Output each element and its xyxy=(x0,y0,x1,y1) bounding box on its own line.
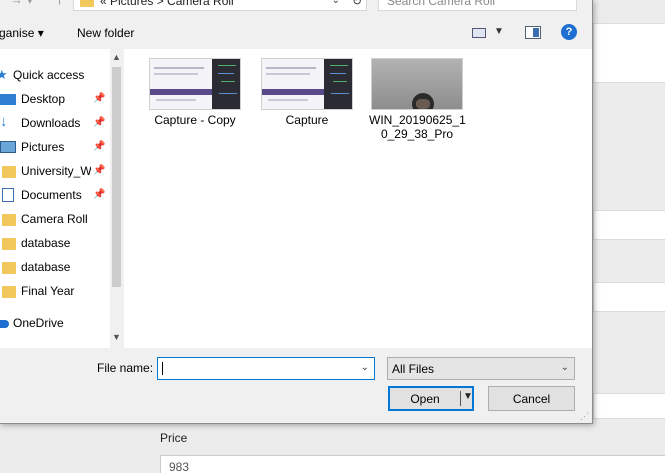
forward-icon[interactable]: → ▾ xyxy=(10,0,33,8)
new-folder-button[interactable]: New folder xyxy=(77,26,134,40)
scroll-down-icon[interactable]: ▼ xyxy=(112,332,121,342)
photo-thumbnail xyxy=(371,58,463,110)
address-row: → ▾ ↑ « Pictures > Camera Roll ⌄ ↻ Searc… xyxy=(0,0,592,14)
desktop-icon xyxy=(0,94,16,105)
nav-item-documents[interactable]: Documents 📌 xyxy=(0,185,110,207)
background-field xyxy=(593,23,665,83)
chevron-down-icon[interactable]: ▼ xyxy=(463,391,473,402)
scroll-thumb[interactable] xyxy=(112,67,121,287)
search-input[interactable]: Search Camera Roll xyxy=(378,0,577,11)
help-icon[interactable]: ? xyxy=(561,24,577,40)
file-list: Capture - Copy Capture WIN_20190625_1 0_… xyxy=(124,49,592,348)
nav-item-desktop[interactable]: Desktop 📌 xyxy=(0,89,110,111)
search-placeholder: Search Camera Roll xyxy=(387,0,496,8)
file-name-label: Capture xyxy=(285,113,329,127)
nav-item-database[interactable]: database xyxy=(0,257,110,279)
price-label: Price xyxy=(160,431,188,445)
pin-icon[interactable]: 📌 xyxy=(93,117,105,128)
organise-button[interactable]: ganise ▾ xyxy=(0,26,44,40)
background-field xyxy=(593,393,665,419)
file-name-input[interactable]: ⌄ xyxy=(157,357,375,380)
nav-item-quick-access[interactable]: ★ Quick access xyxy=(0,65,110,87)
address-bar[interactable]: « Pictures > Camera Roll ⌄ ↻ xyxy=(73,0,367,11)
address-path[interactable]: « Pictures > Camera Roll xyxy=(100,0,234,8)
nav-item-downloads[interactable]: ↓ Downloads 📌 xyxy=(0,113,110,135)
cancel-button[interactable]: Cancel xyxy=(488,386,575,411)
download-icon: ↓ xyxy=(0,113,8,130)
pictures-icon xyxy=(0,141,16,153)
pin-icon[interactable]: 📌 xyxy=(93,165,105,176)
folder-icon xyxy=(2,238,16,250)
nav-item-onedrive[interactable]: OneDrive xyxy=(0,313,110,335)
folder-icon xyxy=(80,0,94,7)
documents-icon xyxy=(2,188,14,202)
chevron-down-icon[interactable]: ⌄ xyxy=(561,362,569,373)
folder-icon xyxy=(2,166,16,178)
background-field xyxy=(593,282,665,312)
nav-scrollbar[interactable]: ▲ ▼ xyxy=(110,49,124,348)
folder-icon xyxy=(2,214,16,226)
file-name-label: WIN_20190625_1 0_29_38_Pro xyxy=(369,113,466,141)
folder-icon xyxy=(2,286,16,298)
cloud-icon xyxy=(0,320,9,328)
file-item[interactable]: Capture xyxy=(259,58,355,127)
toolbar: ganise ▾ New folder ▼ ? xyxy=(0,19,592,49)
file-item[interactable]: Capture - Copy xyxy=(147,58,243,127)
background-field xyxy=(593,210,665,240)
nav-item-pictures[interactable]: Pictures 📌 xyxy=(0,137,110,159)
pin-icon[interactable]: 📌 xyxy=(93,141,105,152)
up-arrow-icon[interactable]: ↑ xyxy=(56,0,63,7)
nav-item-camera-roll[interactable]: Camera Roll xyxy=(0,209,110,231)
text-caret xyxy=(162,362,163,375)
screenshot-thumbnail xyxy=(261,58,353,110)
nav-item-database[interactable]: database xyxy=(0,233,110,255)
open-file-dialog: → ▾ ↑ « Pictures > Camera Roll ⌄ ↻ Searc… xyxy=(0,0,593,424)
pin-icon[interactable]: 📌 xyxy=(93,189,105,200)
file-type-select[interactable]: All Files ⌄ xyxy=(387,357,575,380)
view-icon[interactable] xyxy=(472,28,486,38)
open-button-label: Open xyxy=(410,392,440,406)
resize-grip-icon[interactable]: ⋰ xyxy=(580,411,589,422)
chevron-down-icon[interactable]: ⌄ xyxy=(332,0,340,6)
preview-pane-icon[interactable] xyxy=(525,26,541,39)
nav-item-final-year[interactable]: Final Year xyxy=(0,281,110,303)
refresh-icon[interactable]: ↻ xyxy=(352,0,362,8)
nav-item-university[interactable]: University_W 📌 xyxy=(0,161,110,183)
open-button[interactable]: Open ▼ xyxy=(388,386,474,411)
star-icon: ★ xyxy=(0,67,10,82)
split-divider xyxy=(460,391,461,406)
folder-icon xyxy=(2,262,16,274)
cancel-button-label: Cancel xyxy=(512,392,551,406)
file-name-label: Capture - Copy xyxy=(154,113,236,127)
file-type-value: All Files xyxy=(392,362,435,376)
screenshot-thumbnail xyxy=(149,58,241,110)
pin-icon[interactable]: 📌 xyxy=(93,93,105,104)
file-item[interactable]: WIN_20190625_1 0_29_38_Pro xyxy=(369,58,466,141)
scroll-up-icon[interactable]: ▲ xyxy=(112,52,121,62)
chevron-down-icon[interactable]: ▼ xyxy=(494,26,504,37)
file-name-label: File name: xyxy=(97,361,154,375)
price-input[interactable]: 983 xyxy=(160,455,665,473)
chevron-down-icon[interactable]: ⌄ xyxy=(361,362,369,373)
navigation-pane: ★ Quick access Desktop 📌 ↓ Downloads 📌 P… xyxy=(0,49,124,348)
